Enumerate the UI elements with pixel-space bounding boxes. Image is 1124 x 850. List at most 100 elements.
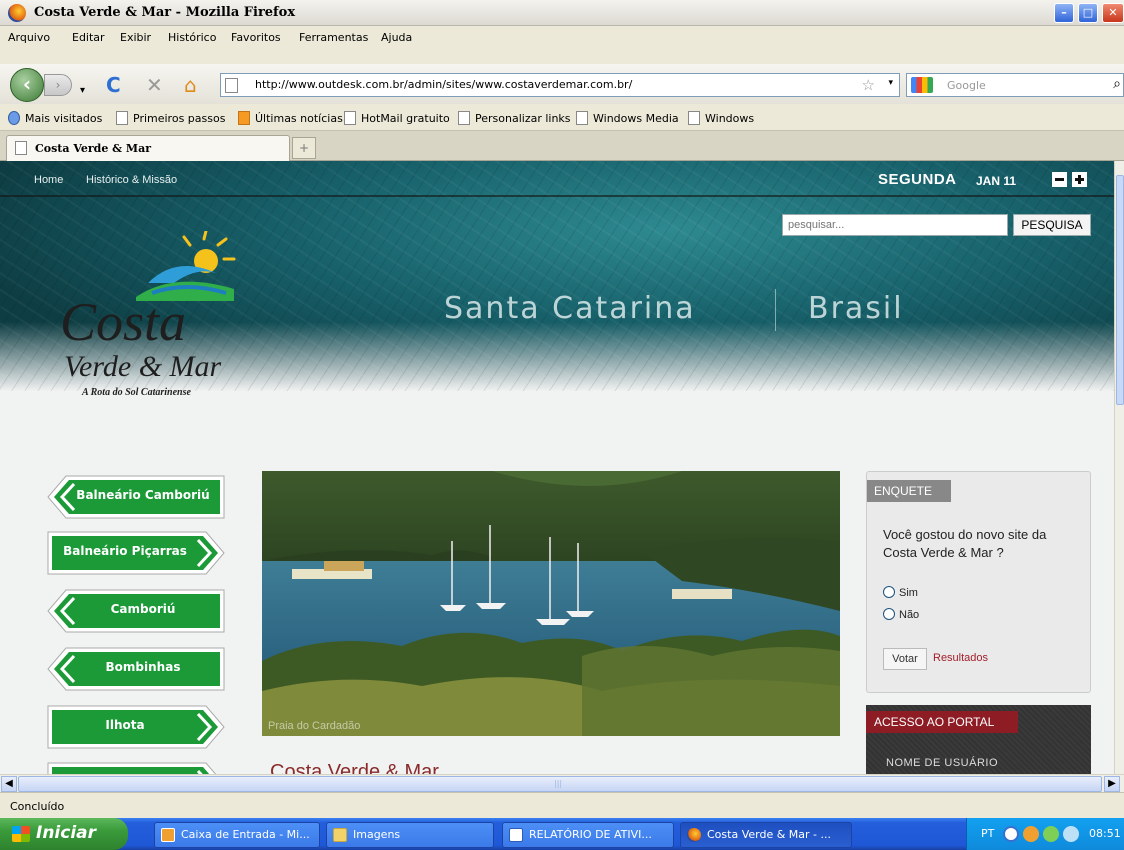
tray-network-icon[interactable] [1043,826,1059,842]
new-tab-button[interactable]: + [292,137,316,159]
page-icon [225,78,238,93]
forward-icon[interactable]: › [44,74,72,96]
scroll-right-icon[interactable]: ▶ [1104,776,1120,792]
url-dropdown-icon[interactable]: ▾ [888,78,893,88]
bookmark-mais-visitados[interactable]: Mais visitados [8,111,102,125]
bookmark-primeiros-passos[interactable]: Primeiros passos [116,111,225,125]
tab-costa-verde[interactable]: Costa Verde & Mar [6,135,290,161]
menu-favoritos[interactable]: Favoritos [231,31,281,44]
tray-messenger-icon[interactable] [1063,826,1079,842]
menu-editar[interactable]: Editar [72,31,105,44]
bookmark-ultimas-noticias[interactable]: Últimas notícias [238,111,343,125]
home-icon[interactable]: ⌂ [184,74,197,96]
site-search-input[interactable] [782,214,1008,236]
firefox-icon [8,4,26,22]
nav-historico-missao[interactable]: Histórico & Missão [86,174,177,186]
nav-home[interactable]: Home [34,174,63,186]
search-icon[interactable]: ⌕ [1113,76,1121,92]
site-logo[interactable]: Costa Verde & Mar A Rota do Sol Catarine… [56,231,246,411]
rss-icon [238,111,250,125]
windows-flag-icon [12,826,30,842]
back-icon[interactable]: ‹ [10,68,44,102]
menu-historico[interactable]: Histórico [168,31,216,44]
google-icon[interactable] [911,77,933,93]
sign-bombinhas[interactable]: Bombinhas [46,646,226,692]
logo-text-costa: Costa [60,292,187,352]
font-decrease-icon[interactable] [1052,172,1067,187]
sign-partial[interactable] [46,761,226,774]
menu-bar: Arquivo Editar Exibir Histórico Favorito… [0,26,1124,64]
firefox-icon [687,828,701,842]
tray-arrow-icon[interactable] [1003,826,1019,842]
tagline-country: Brasil [808,291,904,326]
font-increase-icon[interactable] [1072,172,1087,187]
page-icon [15,141,27,155]
portal-header: ACESSO AO PORTAL [866,711,1018,733]
horizontal-scrollbar[interactable]: ◀ ||| ▶ [0,774,1124,792]
bookmark-hotmail[interactable]: HotMail gratuito [344,111,450,125]
taskbar-item-label: RELATÓRIO DE ATIVI... [529,828,652,841]
taskbar-item-outlook[interactable]: Caixa de Entrada - Mi... [154,822,320,848]
bookmark-label: HotMail gratuito [361,112,450,125]
featured-photo[interactable]: Praia do Cardadão [262,471,840,736]
poll-question: Você gostou do novo site da Costa Verde … [883,527,1047,560]
system-tray: PT 08:51 [966,818,1124,850]
poll-widget: ENQUETE Você gostou do novo site da Cost… [866,471,1091,693]
bookmarks-bar: Mais visitados Primeiros passos Últimas … [0,104,1124,131]
history-dropdown-icon[interactable]: ▾ [80,80,85,102]
sign-camboriu[interactable]: Camboriú [46,588,226,634]
vote-button[interactable]: Votar [883,648,927,670]
smart-bookmark-icon [8,111,20,125]
bookmark-label: Últimas notícias [255,112,343,125]
scroll-grip-icon: ||| [554,779,563,788]
radio-icon[interactable] [883,586,895,598]
web-search-placeholder: Google [947,79,986,92]
clock: 08:51 [1089,827,1121,840]
taskbar-item-label: Costa Verde & Mar - ... [707,828,831,841]
bookmark-star-icon[interactable]: ☆ [862,76,875,94]
bookmark-windows-media[interactable]: Windows Media [576,111,679,125]
article-title[interactable]: Costa Verde & Mar [270,761,439,774]
folder-icon [333,828,347,842]
page-viewport: Home Histórico & Missão SEGUNDA JAN 11 P… [0,161,1114,774]
taskbar-item-firefox[interactable]: Costa Verde & Mar - ... [680,822,852,848]
site-search-button[interactable]: PESQUISA [1013,214,1091,236]
web-search-box[interactable]: Google ⌕ [906,73,1124,97]
url-bar[interactable]: http://www.outdesk.com.br/admin/sites/ww… [220,73,900,97]
sign-label: Balneário Camboriú [76,488,210,502]
date-day: SEGUNDA [878,171,957,188]
radio-icon[interactable] [883,608,895,620]
sign-ilhota[interactable]: Ilhota [46,704,226,750]
bookmark-personalizar[interactable]: Personalizar links [458,111,571,125]
sign-label: Ilhota [105,718,145,732]
bookmark-label: Windows [705,112,755,125]
stop-icon[interactable]: ✕ [146,74,163,96]
minimize-icon[interactable]: – [1054,3,1074,23]
url-text: http://www.outdesk.com.br/admin/sites/ww… [255,78,633,91]
sign-balneario-camboriu[interactable]: Balneário Camboriú [46,474,226,520]
scroll-left-icon[interactable]: ◀ [1,776,17,792]
taskbar-item-label: Imagens [353,828,401,841]
close-icon[interactable]: ✕ [1102,3,1124,23]
menu-arquivo[interactable]: Arquivo [8,31,50,44]
poll-option-sim[interactable]: Sim [883,586,918,599]
maximize-icon[interactable]: □ [1078,3,1098,23]
start-button[interactable]: Iniciar [0,818,128,850]
portal-login-widget: ACESSO AO PORTAL NOME DE USUÁRIO [866,705,1091,774]
window-titlebar: Costa Verde & Mar - Mozilla Firefox – □ … [0,0,1124,26]
start-label: Iniciar [36,823,97,843]
vertical-scroll-thumb[interactable] [1116,175,1124,405]
results-link[interactable]: Resultados [933,652,988,664]
menu-ferramentas[interactable]: Ferramentas [299,31,368,44]
bookmark-windows[interactable]: Windows [688,111,754,125]
tray-app-icon[interactable] [1023,826,1039,842]
menu-ajuda[interactable]: Ajuda [381,31,412,44]
reload-icon[interactable]: C [106,74,121,96]
poll-option-nao[interactable]: Não [883,608,919,621]
language-indicator[interactable]: PT [981,827,994,840]
taskbar-item-word[interactable]: RELATÓRIO DE ATIVI... [502,822,674,848]
taskbar-item-imagens[interactable]: Imagens [326,822,494,848]
vertical-scrollbar[interactable] [1114,161,1124,774]
menu-exibir[interactable]: Exibir [120,31,151,44]
sign-balneario-picarras[interactable]: Balneário Piçarras [46,530,226,576]
